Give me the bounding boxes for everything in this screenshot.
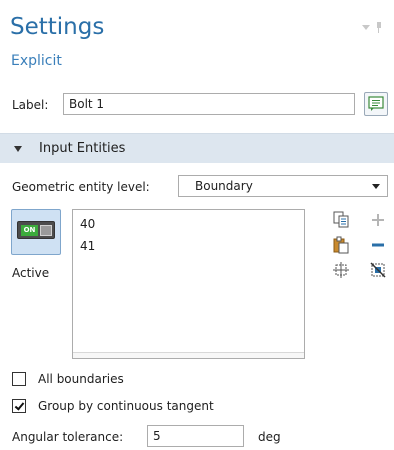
collapse-arrow-icon — [14, 146, 22, 152]
toggle-knob — [40, 225, 52, 236]
page-subtitle: Explicit — [11, 53, 62, 69]
geometric-entity-row: Geometric entity level: Boundary — [0, 175, 394, 199]
pin-icon[interactable] — [376, 22, 382, 33]
pane-controls — [362, 22, 386, 34]
label-row: Label: — [0, 92, 394, 118]
angular-tolerance-input[interactable] — [147, 425, 244, 447]
group-by-tangent-label: Group by continuous tangent — [38, 399, 214, 413]
angular-tolerance-row: Angular tolerance: deg — [0, 424, 394, 448]
add-icon[interactable] — [369, 211, 387, 229]
active-toggle-button[interactable]: ON — [11, 209, 61, 255]
comment-icon — [368, 96, 384, 111]
section-title: Input Entities — [39, 141, 126, 156]
scrollbar[interactable] — [73, 352, 304, 358]
paste-selection-icon[interactable] — [332, 211, 350, 229]
all-boundaries-label: All boundaries — [38, 372, 124, 386]
checkmark-icon — [14, 400, 25, 411]
geometric-entity-value: Boundary — [195, 179, 253, 193]
geometric-entity-select[interactable]: Boundary — [178, 175, 388, 197]
selection-list[interactable]: 40 41 — [72, 209, 305, 359]
group-by-tangent-checkbox[interactable] — [12, 399, 26, 413]
list-item[interactable]: 41 — [80, 239, 95, 253]
label-caption: Label: — [12, 98, 49, 112]
chevron-down-icon — [372, 184, 380, 189]
zoom-to-selection-icon[interactable] — [332, 261, 350, 279]
label-input[interactable] — [63, 93, 355, 115]
all-boundaries-checkbox[interactable] — [12, 372, 26, 386]
chevron-down-icon[interactable] — [362, 25, 370, 30]
section-input-entities[interactable]: Input Entities — [0, 133, 394, 163]
comments-button[interactable] — [364, 92, 388, 116]
list-item[interactable]: 40 — [80, 217, 95, 231]
angular-tolerance-label: Angular tolerance: — [12, 430, 124, 444]
clipboard-icon[interactable] — [332, 236, 350, 254]
toggle-switch-icon: ON — [17, 221, 55, 239]
page-title: Settings — [10, 14, 105, 40]
active-label: Active — [12, 266, 50, 280]
toggle-on-text: ON — [21, 225, 38, 236]
clear-selection-icon[interactable] — [369, 261, 387, 279]
angular-tolerance-unit: deg — [258, 430, 281, 444]
geometric-entity-label: Geometric entity level: — [12, 180, 150, 194]
remove-icon[interactable] — [369, 236, 387, 254]
